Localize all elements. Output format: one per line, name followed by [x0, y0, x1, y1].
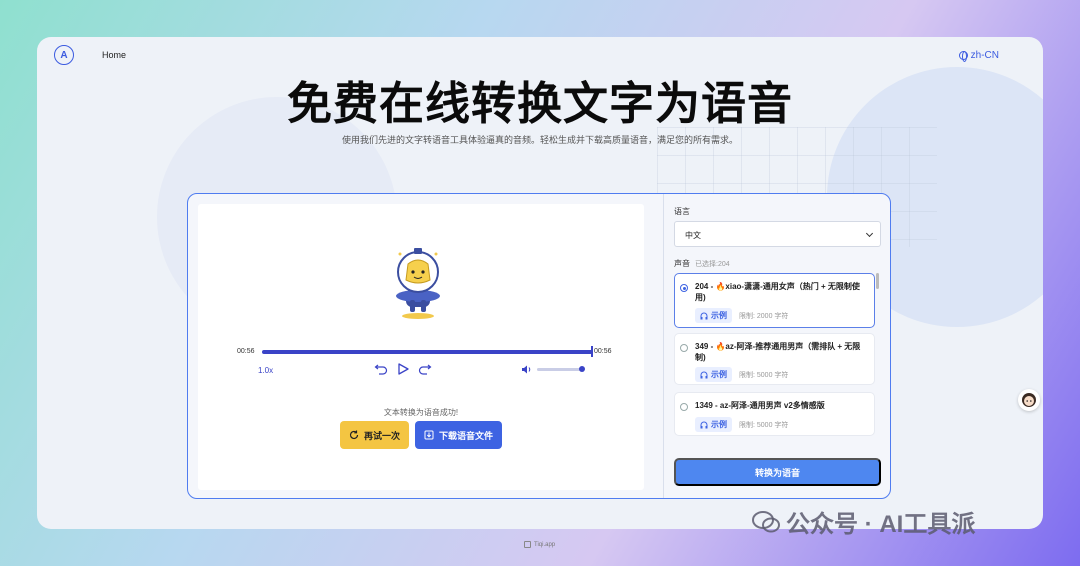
headphones-icon [700, 421, 708, 428]
avatar[interactable] [1018, 389, 1040, 411]
volume-control [521, 364, 585, 375]
char-limit: 限制: 5000 字符 [739, 422, 789, 429]
voice-label: 声音 已选择:204 [674, 258, 730, 269]
voice-item[interactable]: 349 - 🔥az-阿泽-推荐通用男声（需排队 + 无限制) 示例 限制: 50… [674, 333, 875, 385]
headphones-icon [700, 371, 708, 378]
app-icon [524, 541, 531, 548]
demo-button[interactable]: 示例 [695, 367, 732, 382]
volume-icon[interactable] [521, 364, 532, 375]
logo-icon[interactable]: A [54, 45, 74, 65]
progress-handle[interactable] [591, 346, 593, 357]
voice-list: 204 - 🔥xiao-潇潇-通用女声（热门 + 无限制使用) 示例 限制: 2… [674, 273, 881, 439]
refresh-icon [349, 430, 359, 440]
tts-panel: 00:56 00:56 1.0x 文本转换为语音成功! 再试一次 下载语音文件 … [187, 193, 891, 499]
demo-label: 示例 [711, 420, 727, 429]
voice-name: 204 - 🔥xiao-潇潇-通用女声（热门 + 无限制使用) [695, 282, 860, 302]
total-duration: 00:56 [594, 348, 612, 355]
audio-player: 00:56 00:56 1.0x 文本转换为语音成功! 再试一次 下载语音文件 [198, 204, 644, 490]
voice-name: 349 - 🔥az-阿泽-推荐通用男声（需排队 + 无限制) [695, 342, 861, 362]
language-code: zh-CN [970, 50, 999, 61]
watermark-text: 公众号 · AI工具派 [786, 511, 976, 538]
convert-button[interactable]: 转换为语音 [674, 458, 881, 486]
current-time: 00:56 [237, 348, 255, 355]
language-select[interactable]: 中文 [674, 221, 881, 247]
voice-item[interactable]: 204 - 🔥xiao-潇潇-通用女声（热门 + 无限制使用) 示例 限制: 2… [674, 273, 875, 328]
voice-selected-count: 已选择:204 [695, 261, 730, 268]
voice-radio[interactable] [680, 344, 688, 352]
volume-slider[interactable] [537, 366, 585, 372]
playback-controls [374, 362, 432, 376]
footer: Tiqi.app [524, 541, 555, 548]
progress-bar[interactable] [262, 350, 593, 354]
download-icon [424, 430, 434, 440]
demo-button[interactable]: 示例 [695, 308, 732, 323]
wechat-icon [752, 510, 780, 532]
avatar-face-icon [1022, 393, 1036, 407]
voice-item[interactable]: 1349 - az-阿泽-通用男声 v2多情感版 示例 限制: 5000 字符 [674, 392, 875, 436]
chevron-down-icon [865, 229, 874, 238]
main-card: A Home zh-CN 免费在线转换文字为语音 使用我们先进的文字转语音工具体… [37, 37, 1043, 529]
watermark: 公众号 · AI工具派 [752, 504, 975, 539]
retry-button[interactable]: 再试一次 [340, 421, 409, 449]
action-buttons: 再试一次 下载语音文件 [340, 421, 502, 449]
voice-radio[interactable] [680, 403, 688, 411]
download-button[interactable]: 下载语音文件 [415, 421, 502, 449]
voice-list-scrollbar[interactable] [876, 273, 879, 289]
page-subtitle: 使用我们先进的文字转语音工具体验逼真的音频。轻松生成并下载高质量语音，满足您的所… [341, 135, 738, 145]
demo-label: 示例 [711, 370, 727, 379]
download-label: 下载语音文件 [438, 430, 493, 441]
char-limit: 限制: 5000 字符 [739, 372, 789, 379]
language-switcher[interactable]: zh-CN [958, 50, 999, 62]
voice-label-text: 声音 [674, 259, 690, 268]
headphones-icon [700, 312, 708, 319]
language-label: 语言 [674, 207, 690, 216]
rewind-15-icon[interactable] [374, 362, 388, 376]
language-select-value: 中文 [685, 231, 701, 240]
demo-label: 示例 [711, 311, 727, 320]
char-limit: 限制: 2000 字符 [739, 313, 789, 320]
demo-button[interactable]: 示例 [695, 417, 732, 432]
mascot-illustration [396, 248, 440, 319]
globe-icon [958, 51, 968, 62]
forward-15-icon[interactable] [418, 362, 432, 376]
page-title: 免费在线转换文字为语音 [286, 78, 793, 129]
play-icon[interactable] [396, 362, 410, 376]
conversion-status: 文本转换为语音成功! [383, 408, 459, 417]
footer-text: Tiqi.app [534, 541, 556, 548]
retry-label: 再试一次 [363, 430, 400, 441]
settings-panel: 语言 中文 声音 已选择:204 204 - 🔥xiao-潇潇-通用女声（热门 +… [663, 194, 891, 498]
voice-name: 1349 - az-阿泽-通用男声 v2多情感版 [695, 401, 825, 410]
nav-home-link[interactable]: Home [102, 50, 126, 60]
voice-radio[interactable] [680, 284, 688, 292]
playback-speed-button[interactable]: 1.0x [258, 366, 273, 375]
